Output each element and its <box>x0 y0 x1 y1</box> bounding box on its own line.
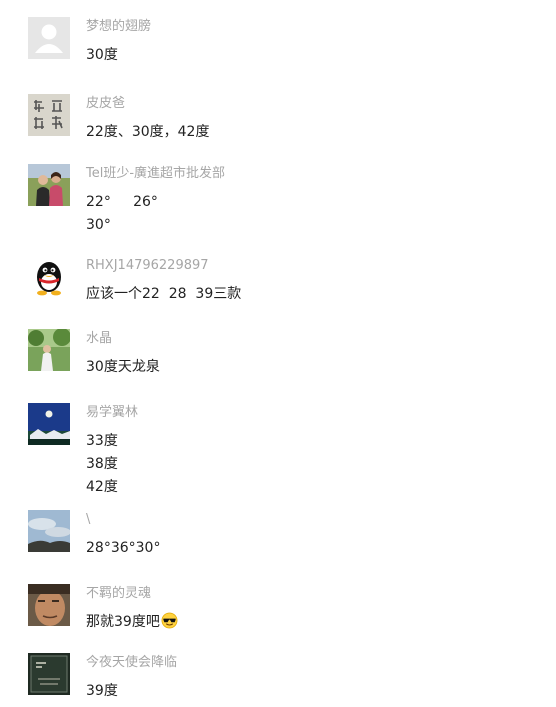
commenter-name[interactable]: 梦想的翅膀 <box>86 17 151 37</box>
comment-text: 应该一个22 28 39三款 <box>86 286 242 302</box>
face-closeup-avatar-icon[interactable] <box>28 584 70 626</box>
comment-text: 42度 <box>86 479 118 495</box>
night-moon-avatar-icon[interactable] <box>28 403 70 445</box>
commenter-name[interactable]: 今夜天使会降临 <box>86 653 177 673</box>
comment-text: 30度天龙泉 <box>86 359 160 375</box>
commenter-name[interactable]: \ <box>86 510 90 530</box>
outdoor-portrait-avatar-icon[interactable] <box>28 329 70 371</box>
comment-text: 30度 <box>86 47 118 63</box>
comment-text: 30° <box>86 217 111 233</box>
comment-text: 38度 <box>86 456 118 472</box>
couple-photo-avatar-icon[interactable] <box>28 164 70 206</box>
comment-text: 22° 26° <box>86 194 158 210</box>
comment-text: 33度 <box>86 433 118 449</box>
comment-text: 22度、30度，42度 <box>86 124 210 140</box>
commenter-name[interactable]: 不羁的灵魂 <box>86 584 151 604</box>
commenter-name[interactable]: 易学翼林 <box>86 403 138 423</box>
commenter-name[interactable]: Tel班少-廣進超市批发部 <box>86 164 225 184</box>
comment-text: 28°36°30° <box>86 540 161 556</box>
commenter-name[interactable]: 皮皮爸 <box>86 94 125 114</box>
comment-list: 梦想的翅膀 30度 皮皮爸 22度、30度，42度 Tel班少-廣進超市批发部 … <box>0 0 556 707</box>
sky-landscape-avatar-icon[interactable] <box>28 510 70 552</box>
calligraphy-avatar-icon[interactable] <box>28 94 70 136</box>
commenter-name[interactable]: RHXJ14796229897 <box>86 256 209 276</box>
commenter-name[interactable]: 水晶 <box>86 329 112 349</box>
default-user-avatar-icon[interactable] <box>28 17 70 59</box>
sunglasses-emoji-icon <box>161 612 178 629</box>
comment-text: 那就39度吧 <box>86 611 178 634</box>
comment-text: 39度 <box>86 683 118 699</box>
dark-poster-avatar-icon[interactable] <box>28 653 70 695</box>
qq-penguin-avatar-icon[interactable] <box>28 256 70 298</box>
